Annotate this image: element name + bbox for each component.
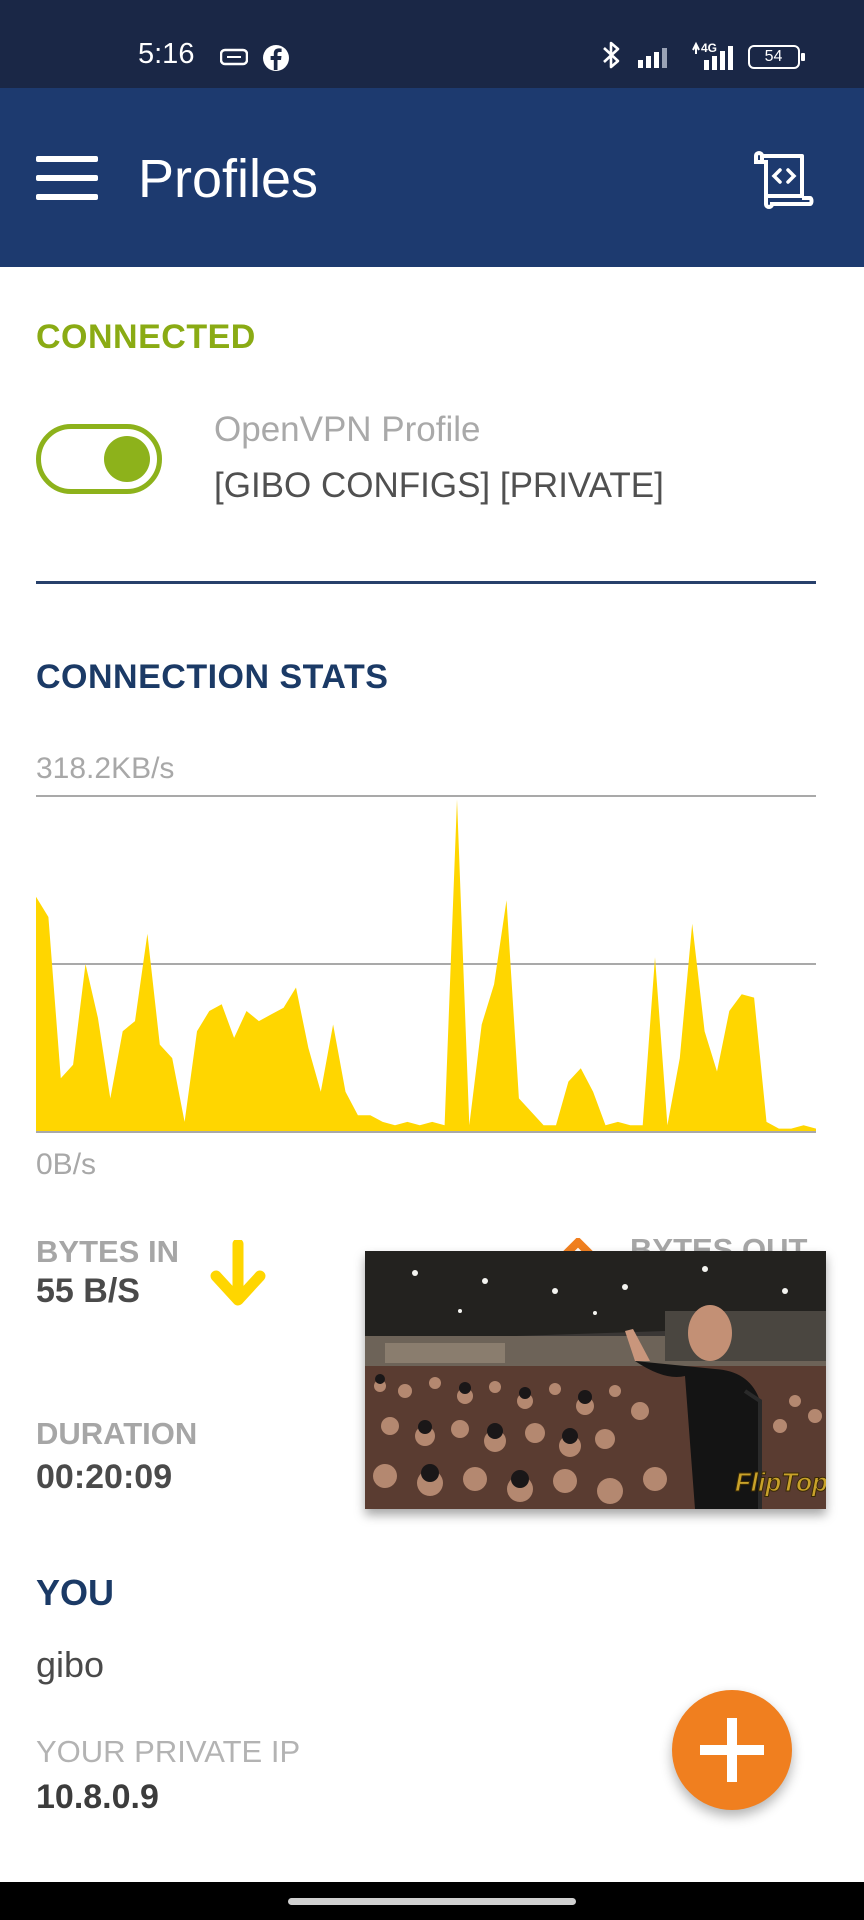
connection-status-label: CONNECTED bbox=[36, 318, 256, 356]
vpn-toggle-switch[interactable] bbox=[36, 424, 162, 494]
battery-icon: 54 bbox=[748, 45, 805, 69]
traffic-chart bbox=[36, 750, 816, 1190]
mobile-data-icon: 4G bbox=[692, 41, 733, 70]
svg-text:4G: 4G bbox=[701, 41, 717, 55]
status-bar: 5:16 4G 54 bbox=[0, 0, 864, 88]
profile-server-name[interactable]: [GIBO CONFIGS] [PRIVATE] bbox=[214, 466, 664, 506]
bytes-in-label: BYTES IN bbox=[36, 1234, 179, 1269]
duration-value: 00:20:09 bbox=[36, 1458, 173, 1496]
svg-text:FlipTop: FlipTop bbox=[735, 1467, 826, 1497]
video-frame-image: FlipTop bbox=[365, 1251, 826, 1509]
divider bbox=[36, 581, 816, 584]
you-section-label: YOU bbox=[36, 1572, 115, 1613]
facebook-icon bbox=[263, 45, 289, 71]
system-navigation-bar bbox=[0, 1882, 864, 1920]
hamburger-menu-icon[interactable] bbox=[36, 156, 98, 200]
add-profile-button[interactable] bbox=[672, 1690, 792, 1810]
signal-icon bbox=[638, 48, 667, 68]
bytes-in-value: 55 B/S bbox=[36, 1272, 140, 1310]
download-arrow-icon bbox=[210, 1240, 266, 1306]
bluetooth-icon bbox=[603, 41, 620, 69]
username: gibo bbox=[36, 1644, 105, 1685]
chart-y-min-label: 0B/s bbox=[36, 1148, 97, 1181]
status-time: 5:16 bbox=[138, 38, 195, 70]
floating-video-player[interactable]: FlipTop bbox=[365, 1251, 826, 1509]
private-ip-value: 10.8.0.9 bbox=[36, 1778, 159, 1816]
duration-label: DURATION bbox=[36, 1416, 198, 1451]
profile-name[interactable]: OpenVPN Profile bbox=[214, 410, 481, 450]
sim-card-icon bbox=[220, 48, 248, 66]
battery-level: 54 bbox=[764, 48, 783, 65]
private-ip-label: YOUR PRIVATE IP bbox=[36, 1734, 301, 1769]
app-bar: Profiles bbox=[0, 88, 864, 267]
page-title: Profiles bbox=[138, 149, 319, 209]
traffic-area-series bbox=[36, 799, 816, 1132]
connection-stats-title: CONNECTION STATS bbox=[36, 658, 389, 696]
import-profile-icon[interactable] bbox=[752, 150, 816, 210]
toggle-knob bbox=[104, 436, 150, 482]
home-gesture-handle[interactable] bbox=[288, 1898, 576, 1905]
traffic-chart-svg bbox=[36, 795, 816, 1133]
